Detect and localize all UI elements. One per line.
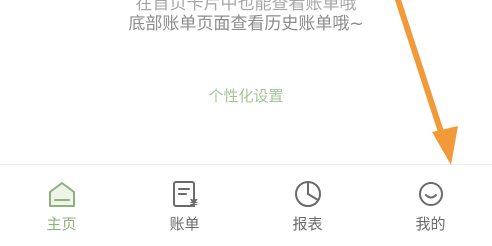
- annotation-arrow-icon: [395, 0, 458, 165]
